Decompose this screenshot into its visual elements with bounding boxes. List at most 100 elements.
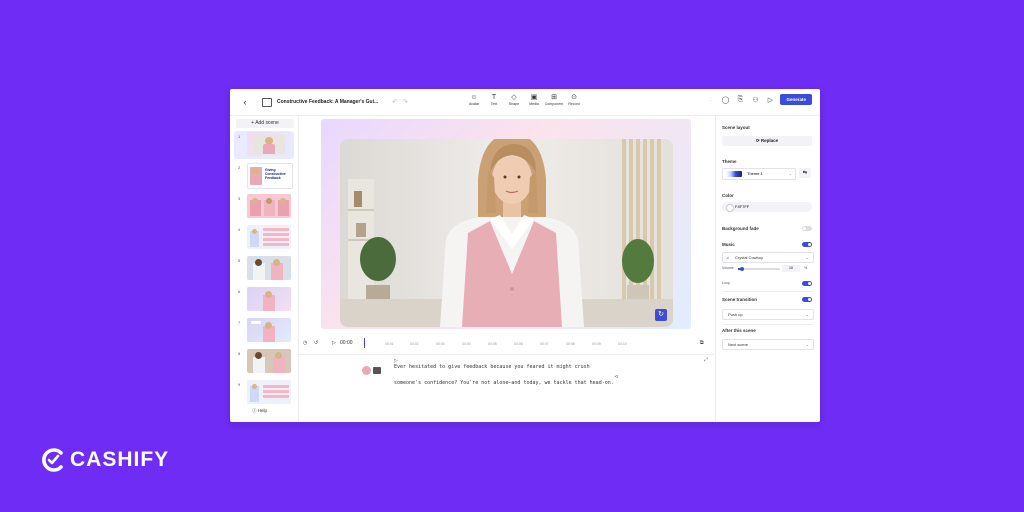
scene-list-panel: + Add scene 1 2 Giving Constructive Feed… (230, 116, 299, 422)
share-icon[interactable]: ⎘ (735, 96, 745, 104)
users-icon[interactable]: ⚇ (750, 96, 760, 104)
volume-slider[interactable] (738, 266, 780, 271)
background-fade-toggle[interactable] (802, 226, 812, 231)
pause-marker-icon[interactable]: ⊲ (614, 374, 618, 380)
script-line-1[interactable]: Ever hesitated to give feedback because … (394, 364, 694, 370)
volume-slider-knob[interactable] (740, 266, 745, 271)
document-title[interactable]: Constructive Feedback: A Manager's Gui..… (277, 99, 378, 105)
theme-settings-button[interactable]: ⇆ (799, 168, 811, 178)
scene-item[interactable]: 6 (234, 286, 294, 314)
media-icon: ▣ (530, 94, 538, 101)
loop-toggle[interactable] (802, 281, 812, 286)
tool-text[interactable]: T Text (484, 93, 504, 106)
timeline-divider (299, 354, 714, 355)
scene-thumbnail (247, 287, 291, 311)
chevron-down-icon: ⌄ (805, 312, 809, 317)
editor-window: ‹ Constructive Feedback: A Manager's Gui… (230, 89, 820, 422)
add-scene-button[interactable]: + Add scene (236, 119, 294, 128)
color-field[interactable]: F4F7FF (722, 202, 812, 212)
record-icon: ⊙ (571, 94, 577, 101)
tool-media-label: Media (529, 102, 539, 106)
current-time: 00:00 (340, 340, 353, 346)
script-editor[interactable]: Ever hesitated to give feedback because … (394, 364, 694, 386)
scene-number: 1 (238, 134, 241, 139)
document-icon (262, 97, 272, 107)
undo-icon[interactable]: ↶ (392, 98, 398, 106)
brand-logo: CASHIFY (40, 447, 169, 473)
scene-thumbnail (247, 194, 291, 218)
music-toggle[interactable] (802, 242, 812, 247)
scene-thumbnail (247, 349, 291, 373)
scene-transition-toggle[interactable] (802, 297, 812, 302)
tool-shape[interactable]: ◇ Shape (504, 93, 524, 106)
scene-item[interactable]: 9 (234, 379, 294, 407)
color-swatch (726, 204, 734, 212)
theme-select[interactable]: Theme 1 ⌄ (722, 168, 796, 180)
loop-label: Loop (722, 281, 730, 285)
script-line-2[interactable]: someone's confidence? You're not alone—a… (394, 380, 694, 386)
scene-number: 2 (238, 165, 241, 170)
generate-button[interactable]: Generate (780, 94, 812, 105)
scene-number: 3 (238, 196, 241, 201)
tool-avatar-label: Avatar (468, 102, 480, 106)
scene-number: 5 (238, 258, 241, 263)
scene-item[interactable]: 4 (234, 224, 294, 252)
chevron-down-icon: ⌄ (805, 255, 809, 260)
playhead[interactable] (364, 338, 365, 348)
timeline-tick: 00:01 (385, 342, 394, 346)
scene-number: 8 (238, 351, 241, 356)
help-icon: ⓘ (252, 408, 257, 413)
scene-item[interactable]: 8 (234, 348, 294, 376)
tool-component[interactable]: ⊞ Component (544, 93, 564, 106)
comment-icon[interactable]: ◯ (720, 96, 730, 104)
timeline-tick: 00:07 (540, 342, 549, 346)
back-arrow-icon[interactable]: ‹ (238, 97, 252, 107)
scene-item[interactable]: 1 (234, 131, 294, 159)
scene-thumbnail (247, 256, 291, 280)
replace-button[interactable]: ⟳ Replace (722, 136, 812, 146)
tool-avatar[interactable]: ☺ Avatar (464, 93, 484, 106)
text-icon: T (491, 94, 497, 101)
play-icon[interactable]: ▷ (332, 340, 336, 346)
timeline-tick: 00:08 (566, 342, 575, 346)
theme-label: Theme (722, 159, 737, 164)
timeline-tick: 00:05 (488, 342, 497, 346)
rewind-icon[interactable]: ↺ (314, 340, 318, 346)
help-button[interactable]: ⓘ Help (252, 408, 267, 414)
music-label: Music (722, 242, 735, 247)
timer-icon[interactable]: ◷ (303, 340, 307, 346)
scene-item[interactable]: 7 (234, 317, 294, 345)
avatar-scene-image (340, 139, 673, 327)
volume-percent-unit: % (804, 266, 808, 270)
scene-badge-icon[interactable]: ↻ (655, 309, 667, 321)
scene-item[interactable]: 3 (234, 193, 294, 221)
timeline[interactable]: ◷ ↺ ▷ 00:00 0 00:01 00:02 00:03 00:04 00… (300, 340, 714, 350)
scene-item[interactable]: 2 Giving Constructive Feedback (234, 162, 294, 190)
theme-swatch (726, 171, 742, 177)
music-value: Crystal Cowboy (735, 255, 764, 260)
volume-input[interactable]: 10 (782, 265, 800, 272)
zoom-icon[interactable]: ⧉ (700, 340, 704, 346)
collaborators-icon[interactable]: ◌ (705, 96, 715, 103)
shape-icon: ◇ (511, 94, 517, 101)
avatar (362, 366, 371, 375)
color-value: F4F7FF (735, 204, 750, 209)
script-avatar-chip[interactable] (362, 366, 384, 376)
scene-thumbnail: Giving Constructive Feedback (247, 163, 293, 189)
properties-panel: Scene layout ⟳ Replace Theme Theme 1 ⌄ ⇆… (715, 116, 820, 422)
preview-play-icon[interactable]: ▷ (765, 96, 775, 104)
after-scene-select[interactable]: Next scene ⌄ (722, 339, 814, 350)
canvas-stage[interactable]: ↻ (321, 119, 691, 329)
tool-media[interactable]: ▣ Media (524, 93, 544, 106)
transition-select[interactable]: Push up ⌄ (722, 309, 814, 320)
tool-component-label: Component (544, 102, 564, 106)
video-frame[interactable]: ↻ (340, 139, 673, 327)
chevron-down-icon: ⌄ (805, 342, 809, 347)
scene-item[interactable]: 5 (234, 255, 294, 283)
expand-icon[interactable]: ⤢ (704, 357, 708, 363)
toolbar: ☺ Avatar T Text ◇ Shape ▣ Media ⊞ Compon… (464, 93, 584, 106)
music-select[interactable]: ♫ Crystal Cowboy ⌄ (722, 252, 814, 263)
redo-icon[interactable]: ↷ (402, 98, 408, 106)
tool-record[interactable]: ⊙ Record (564, 93, 584, 106)
chevron-down-icon: ⌄ (788, 171, 792, 176)
